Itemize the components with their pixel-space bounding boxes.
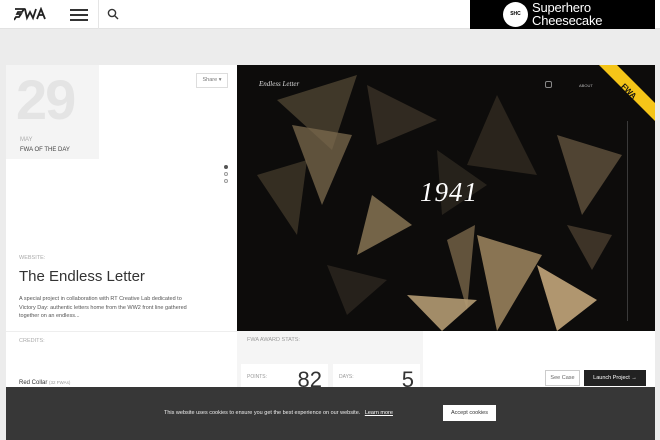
fwa-of-the-day-card: 29 MAY FWA OF THE DAY Share ▾ WEBSITE: T… bbox=[6, 65, 237, 331]
top-navigation-bar: SHC Superhero Cheesecake bbox=[0, 0, 660, 29]
share-button[interactable]: Share ▾ bbox=[196, 73, 228, 88]
site-description: A special project in collaboration with … bbox=[19, 296, 187, 319]
days-label: DAYS: bbox=[339, 374, 354, 380]
carousel-dot-2[interactable] bbox=[224, 172, 228, 176]
credit-count: (32 FWAs) bbox=[49, 380, 71, 385]
ad-badge-text: SHC bbox=[510, 11, 521, 17]
preview-site-title: Endless Letter bbox=[259, 80, 300, 88]
fwa-corner-ribbon: FWA bbox=[599, 65, 655, 121]
preview-year: 1941 bbox=[420, 177, 478, 207]
carousel-dot-3[interactable] bbox=[224, 179, 228, 183]
ad-logo-badge: SHC bbox=[503, 2, 528, 27]
learn-more-link[interactable]: Learn more bbox=[365, 410, 393, 416]
fwa-logo[interactable] bbox=[14, 7, 46, 21]
instagram-icon bbox=[545, 81, 552, 88]
date-box: 29 MAY FWA OF THE DAY bbox=[6, 65, 99, 159]
award-stats-panel: FWA AWARD STATS: POINTS: 82 DAYS: 5 bbox=[237, 331, 423, 392]
cookie-text: This website uses cookies to ensure you … bbox=[164, 410, 361, 416]
ad-text: Superhero Cheesecake bbox=[532, 1, 602, 27]
carousel-dots bbox=[224, 165, 228, 186]
site-preview-image[interactable]: Endless Letter ABOUT 1941 FWA bbox=[237, 65, 655, 331]
see-case-button[interactable]: See Case bbox=[545, 370, 580, 386]
award-stats-label: FWA AWARD STATS: bbox=[247, 337, 300, 343]
points-label: POINTS: bbox=[247, 374, 268, 380]
launch-project-button[interactable]: Launch Project → bbox=[584, 370, 646, 386]
website-label: WEBSITE: bbox=[19, 255, 46, 261]
date-day: 29 bbox=[16, 68, 76, 131]
actions-panel: See Case Launch Project → bbox=[423, 331, 655, 391]
carousel-dot-1[interactable] bbox=[224, 165, 228, 169]
site-title[interactable]: The Endless Letter bbox=[19, 268, 145, 285]
cookie-message: This website uses cookies to ensure you … bbox=[164, 410, 393, 416]
credits-panel: CREDITS: Red Collar (32 FWAs) bbox=[6, 331, 237, 391]
credits-label: CREDITS: bbox=[19, 338, 45, 344]
superhero-cheesecake-ad[interactable]: SHC Superhero Cheesecake bbox=[470, 0, 655, 29]
search-icon[interactable] bbox=[107, 8, 119, 20]
divider bbox=[98, 0, 99, 29]
ad-line-2: Cheesecake bbox=[532, 13, 603, 28]
cookie-banner: This website uses cookies to ensure you … bbox=[6, 387, 655, 440]
credit-name: Red Collar bbox=[19, 380, 48, 386]
preview-scroll-line bbox=[627, 121, 628, 321]
accept-cookies-button[interactable]: Accept cookies bbox=[443, 405, 496, 421]
date-month: MAY bbox=[20, 137, 33, 143]
fwa-of-the-day-label: FWA OF THE DAY bbox=[20, 147, 70, 153]
credit-entry[interactable]: Red Collar (32 FWAs) bbox=[19, 380, 70, 386]
hamburger-menu-icon[interactable] bbox=[70, 9, 88, 21]
